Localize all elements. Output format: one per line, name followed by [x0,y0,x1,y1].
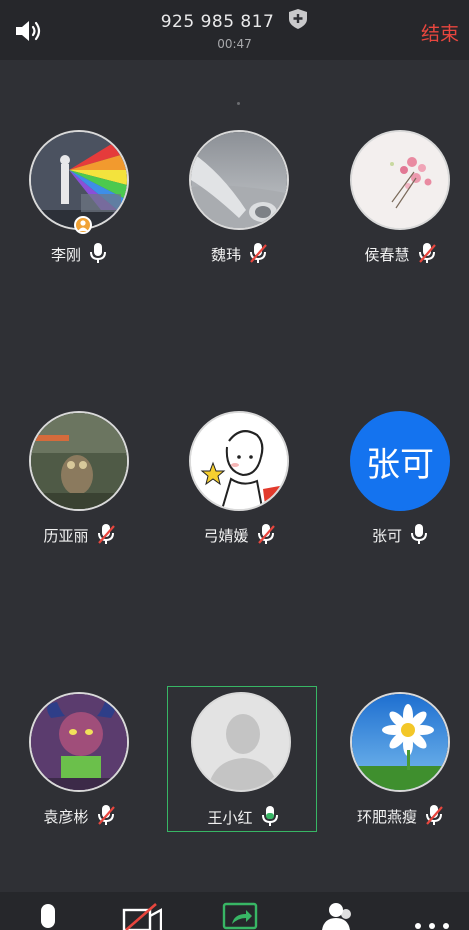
participant-name-row: 魏玮 [164,242,314,265]
participant-tile-3[interactable]: 侯春慧 [325,130,469,276]
top-bar: 925 985 817 00:47 结束 [0,0,469,60]
participant-name: 弓婧媛 [203,527,249,545]
end-button[interactable]: 结束 [421,19,459,46]
participant-tile-1[interactable]: 李刚 [4,130,154,276]
mic-speaking-icon [261,806,278,826]
participant-tile-9[interactable]: 环肥燕瘦 [325,692,469,838]
participant-name-row: 张可 [325,523,469,546]
avatar [189,411,289,511]
mic-muted-icon [418,243,436,263]
mic-muted-icon [426,805,443,825]
text-avatar: 张可 [350,411,450,511]
participant-tile-active[interactable]: 王小红 [167,686,317,832]
participant-name-row: 历亚丽 [4,523,154,546]
participant-name: 袁彦彬 [43,808,89,826]
host-badge-icon [74,216,92,234]
shield-icon[interactable] [288,8,308,30]
participant-tile-4[interactable]: 历亚丽 [4,411,154,557]
mic-icon[interactable] [28,900,68,930]
participant-name-row: 袁彦彬 [4,804,154,827]
participant-name: 王小红 [207,809,253,827]
mic-icon [411,524,427,544]
avatar-image [191,413,287,509]
share-screen-icon[interactable] [220,900,260,930]
avatar [189,130,289,230]
participant-tile-5[interactable]: 弓婧媛 [164,411,314,557]
participant-name-row: 侯春慧 [325,242,469,265]
mic-icon [90,243,106,263]
meeting-id-text: 925 985 817 [160,12,275,32]
participant-name: 张可 [371,527,402,545]
mic-muted-icon [250,243,267,263]
participant-name: 魏玮 [210,246,241,264]
avatar [350,692,450,792]
bottom-toolbar [0,892,469,930]
participant-name-row: 王小红 [168,805,318,828]
participant-tile-6[interactable]: 张可 张可 [325,411,469,557]
call-timer: 00:47 [217,37,252,51]
participant-name: 侯春慧 [364,246,410,264]
participant-name: 环肥燕瘦 [356,808,417,826]
more-icon[interactable] [412,900,452,930]
avatar [29,692,129,792]
avatar-image [31,694,127,790]
mic-muted-icon [97,805,115,825]
avatar-image [191,132,287,228]
avatar-image [31,413,127,509]
video-off-icon[interactable] [122,900,162,930]
participant-name-row: 李刚 [4,242,154,265]
participant-name-row: 环肥燕瘦 [325,804,469,827]
participant-name: 李刚 [50,246,81,264]
default-avatar-icon [193,694,289,790]
participant-name: 历亚丽 [43,527,89,545]
participant-tile-7[interactable]: 袁彦彬 [4,692,154,838]
default-avatar [191,692,291,792]
participants-icon[interactable] [318,900,358,930]
avatar [350,130,450,230]
avatar [29,411,129,511]
meeting-id: 925 985 817 [0,8,469,32]
avatar-image [352,694,448,790]
mic-muted-icon [97,524,115,544]
participant-tile-2[interactable]: 魏玮 [164,130,314,276]
page-indicator-dot [237,102,240,105]
avatar [29,130,129,230]
avatar-image [352,132,448,228]
participant-name-row: 弓婧媛 [164,523,314,546]
mic-muted-icon [257,524,275,544]
